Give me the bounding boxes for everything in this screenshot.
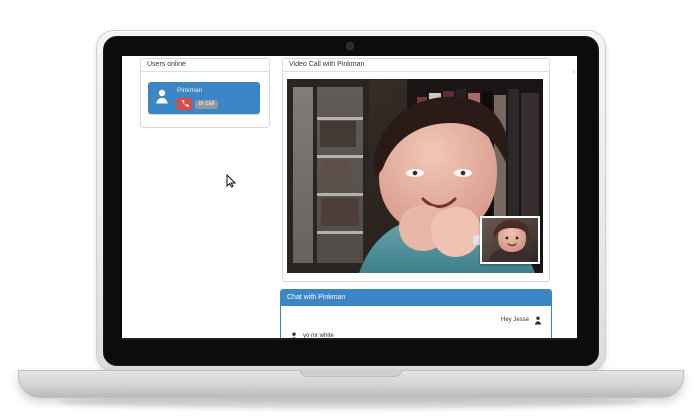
video-call-title: Video Call with Pinkman [283,59,549,72]
user-item-pinkman[interactable]: Pinkman in call [148,82,260,114]
phone-icon [180,95,190,113]
user-name: Pinkman [177,87,203,94]
mouse-cursor-icon [226,173,237,188]
chat-title: Chat with Pinkman [281,290,551,306]
chevron-right-icon: › [572,67,575,76]
status-badge: in call [195,100,219,109]
local-video-frame [482,218,538,262]
chat-panel: Chat with Pinkman Hey Jesse yo mr white [280,289,552,340]
laptop-base-notch [300,370,402,377]
app-screen: Users online Pinkman in call Video Call … [122,56,577,340]
laptop-mockup: Users online Pinkman in call Video Call … [0,0,700,416]
chat-messages: Hey Jesse yo mr white [281,306,551,340]
user-silhouette-icon [153,87,171,105]
users-online-panel: Users online Pinkman in call [140,58,270,128]
users-online-title: Users online [141,59,269,72]
webcam-icon [347,43,353,49]
call-button[interactable] [177,98,192,110]
remote-video[interactable] [287,79,543,273]
local-video-preview[interactable] [480,216,540,264]
video-call-panel: Video Call with Pinkman [282,58,550,282]
chat-message-text: Hey Jesse [500,317,529,323]
screen-bottom-edge [122,338,577,340]
user-silhouette-icon [533,315,543,325]
chat-message-right: Hey Jesse [501,314,543,326]
